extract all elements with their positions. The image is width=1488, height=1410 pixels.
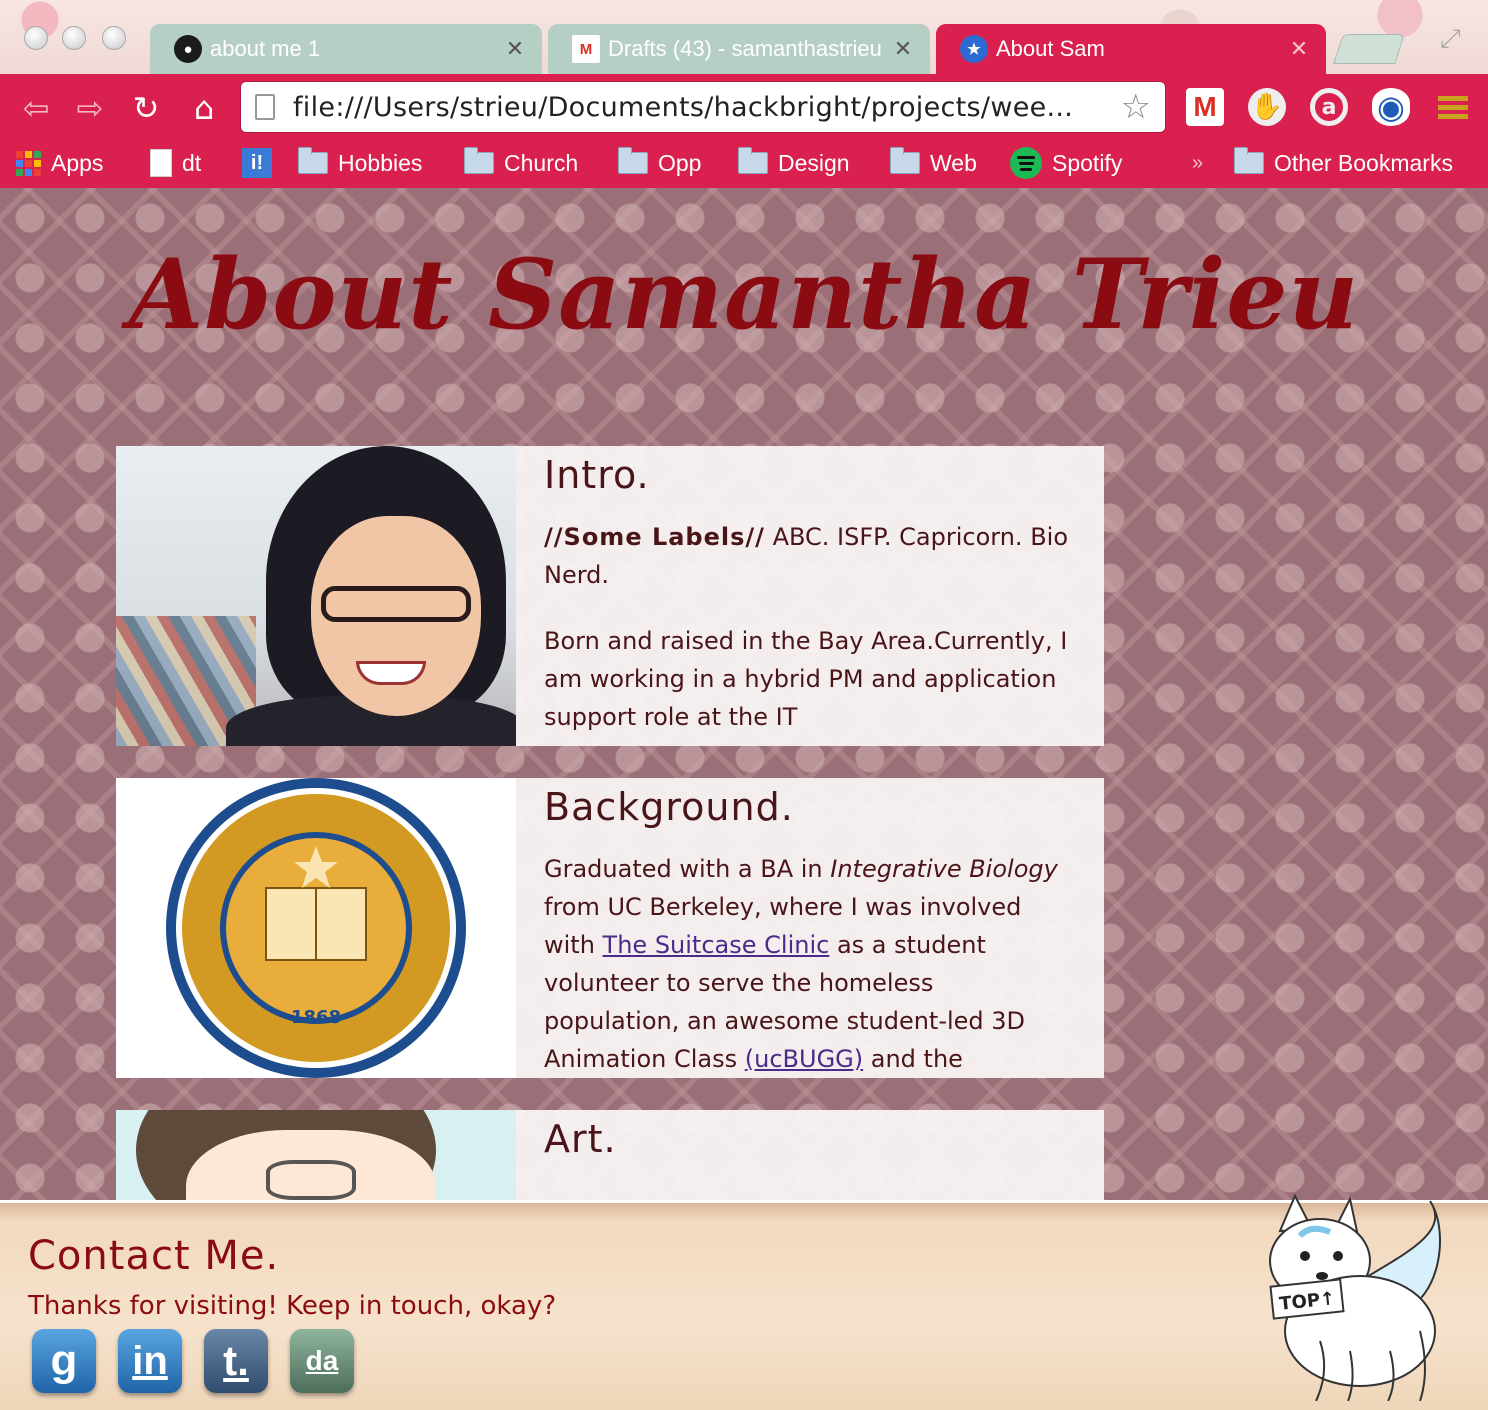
page-icon	[150, 149, 172, 177]
zoom-window-button[interactable]	[102, 26, 126, 50]
bookmark-label: dt	[182, 149, 202, 176]
menu-icon[interactable]	[1434, 88, 1472, 126]
url-text[interactable]: file:///Users/strieu/Documents/hackbrigh…	[293, 92, 1113, 123]
spotify-icon	[1010, 147, 1042, 179]
close-window-button[interactable]	[24, 26, 48, 50]
bookmark-label: Design	[778, 149, 850, 176]
suitcase-clinic-link[interactable]: The Suitcase Clinic	[603, 931, 830, 959]
bookmarks-bar: Apps dt i! Hobbies Church Opp Design Web…	[0, 140, 1488, 188]
background-card: ·1868· Background. Graduated with a BA i…	[116, 778, 1104, 1078]
bookmark-label: Opp	[658, 149, 702, 176]
profile-photo	[116, 446, 516, 746]
bookmark-folder-design[interactable]: Design	[738, 146, 850, 180]
bookmark-label: Hobbies	[338, 149, 423, 176]
bookmark-folder-hobbies[interactable]: Hobbies	[298, 146, 422, 180]
instapaper-icon: i!	[242, 148, 272, 178]
bg-text-4: and the	[863, 1045, 963, 1073]
bg-text-1: Graduated with a BA in	[544, 855, 831, 883]
tumblr-icon[interactable]: t.	[204, 1329, 268, 1393]
tab-about-sam[interactable]: ★ About Sam ✕	[936, 24, 1326, 74]
art-heading: Art.	[544, 1117, 617, 1161]
contact-footer: Contact Me. Thanks for visiting! Keep in…	[0, 1193, 1488, 1410]
folder-icon	[464, 147, 494, 174]
at-extension-icon[interactable]: a	[1310, 88, 1348, 126]
bookmark-label: Church	[504, 149, 579, 176]
intro-body: Born and raised in the Bay Area.Currentl…	[544, 627, 1068, 731]
github-icon: ●	[174, 35, 202, 63]
background-body: Graduated with a BA in Integrative Biolo…	[544, 850, 1074, 1078]
intro-card: Intro. //Some Labels// ABC. ISFP. Capric…	[116, 446, 1104, 746]
intro-heading: Intro.	[544, 453, 650, 497]
star-badge-icon: ★	[960, 35, 988, 63]
folder-icon	[738, 147, 768, 174]
contact-title: Contact Me.	[28, 1233, 280, 1279]
page-title: About Samantha Trieu	[128, 238, 1360, 351]
uc-seal-image: ·1868·	[116, 778, 516, 1078]
apps-grid-icon	[16, 150, 41, 176]
labels-prefix: //Some Labels//	[544, 523, 765, 551]
back-arrow-icon[interactable]: ⇦	[18, 90, 54, 126]
bookmark-star-icon[interactable]: ☆	[1121, 87, 1151, 127]
bookmark-label: Apps	[51, 149, 104, 176]
page-icon	[255, 94, 275, 120]
gmail-icon: M	[572, 35, 600, 63]
bookmarks-overflow-chevron[interactable]: »	[1192, 146, 1203, 180]
bookmark-label: Other Bookmarks	[1274, 149, 1453, 176]
close-tab-icon[interactable]: ✕	[504, 36, 526, 62]
bookmark-folder-church[interactable]: Church	[464, 146, 578, 180]
new-tab-button[interactable]	[1333, 34, 1405, 64]
tab-title: Drafts (43) - samanthastrieu	[608, 36, 882, 61]
bookmark-spotify[interactable]: Spotify	[1010, 146, 1122, 180]
forward-arrow-icon[interactable]: ⇨	[72, 90, 108, 126]
folder-icon	[1234, 147, 1264, 174]
close-tab-icon[interactable]: ✕	[1288, 36, 1310, 62]
minimize-window-button[interactable]	[62, 26, 86, 50]
bookmark-instapaper[interactable]: i!	[242, 146, 272, 180]
ucbugg-link[interactable]: (ucBUGG)	[745, 1045, 863, 1073]
folder-icon	[298, 147, 328, 174]
bookmark-label: Web	[930, 149, 977, 176]
tab-about-me-1[interactable]: ● about me 1 ✕	[150, 24, 542, 74]
bookmark-other-bookmarks[interactable]: Other Bookmarks	[1234, 146, 1453, 180]
contact-subtitle: Thanks for visiting! Keep in touch, okay…	[28, 1291, 557, 1321]
close-tab-icon[interactable]: ✕	[892, 36, 914, 62]
bookmark-apps[interactable]: Apps	[16, 146, 103, 180]
eye-extension-icon[interactable]: ◉	[1372, 88, 1410, 126]
bookmark-folder-web[interactable]: Web	[890, 146, 977, 180]
reload-icon[interactable]: ↻	[128, 90, 164, 126]
folder-icon	[618, 147, 648, 174]
linkedin-icon[interactable]: in	[118, 1329, 182, 1393]
back-to-top-dog-button[interactable]: TOP↑	[1250, 1191, 1450, 1401]
tab-gmail-drafts[interactable]: M Drafts (43) - samanthastrieu ✕	[548, 24, 930, 74]
hand-extension-icon[interactable]: ✋	[1248, 88, 1286, 126]
tab-title: About Sam	[996, 36, 1105, 61]
background-heading: Background.	[544, 785, 794, 829]
tab-title: about me 1	[210, 36, 321, 61]
bg-text-italic: Integrative Biology	[830, 855, 1058, 883]
bookmark-label: Spotify	[1052, 149, 1123, 176]
gmail-extension-icon[interactable]: M	[1186, 88, 1224, 126]
intro-labels: //Some Labels// ABC. ISFP. Capricorn. Bi…	[544, 518, 1074, 594]
address-bar[interactable]: file:///Users/strieu/Documents/hackbrigh…	[240, 81, 1166, 133]
folder-icon	[890, 147, 920, 174]
svg-text:·1868·: ·1868·	[284, 1007, 348, 1028]
browser-toolbar: ⇦ ⇨ ↻ ⌂ file:///Users/strieu/Documents/h…	[0, 74, 1488, 140]
bookmark-folder-opp[interactable]: Opp	[618, 146, 701, 180]
uc-seal-icon: ·1868·	[166, 778, 466, 1078]
fullscreen-icon[interactable]: ⤢	[1440, 24, 1461, 55]
window-titlebar: ● about me 1 ✕ M Drafts (43) - samanthas…	[0, 0, 1488, 74]
bookmark-dt[interactable]: dt	[150, 146, 201, 180]
google-icon[interactable]: g	[32, 1329, 96, 1393]
home-icon[interactable]: ⌂	[186, 90, 222, 126]
deviantart-icon[interactable]: da	[290, 1329, 354, 1393]
